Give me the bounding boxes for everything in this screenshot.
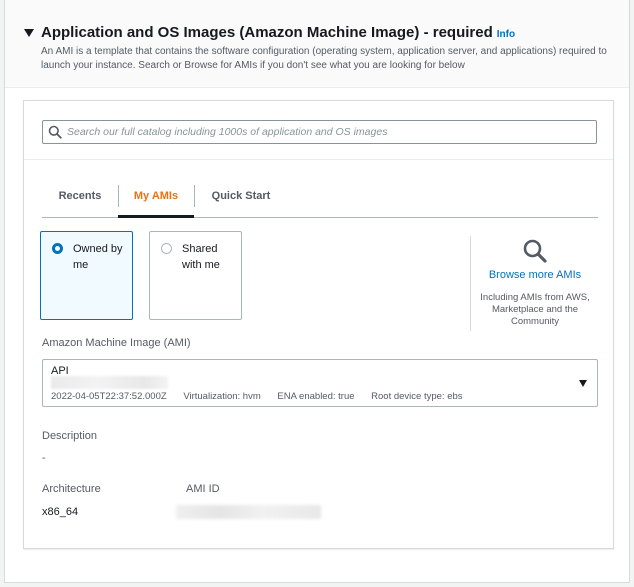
ami-search-field[interactable]	[42, 120, 597, 144]
info-link[interactable]: Info	[497, 29, 515, 40]
ami-id-redacted	[176, 505, 321, 519]
description-label: Description	[42, 430, 98, 442]
magnifier-icon	[523, 239, 547, 263]
active-tab-indicator	[118, 215, 194, 218]
ami-section-panel: Application and OS Images (Amazon Machin…	[4, 0, 630, 583]
dropdown-caret-icon	[579, 380, 587, 387]
ami-select-dropdown[interactable]: API 2022-04-05T22:37:52.000Z Virtualizat…	[42, 359, 598, 407]
section-title: Application and OS Images (Amazon Machin…	[41, 24, 515, 41]
ami-created-date: 2022-04-05T22:37:52.000Z	[51, 391, 167, 402]
description-value: -	[42, 452, 46, 464]
section-title-text: Application and OS Images (Amazon Machin…	[41, 24, 493, 41]
ami-field-label: Amazon Machine Image (AMI)	[42, 337, 191, 349]
collapse-caret-icon[interactable]	[24, 29, 34, 37]
ami-ena: ENA enabled: true	[277, 391, 355, 402]
shared-with-me-label: Shared with me	[182, 243, 220, 271]
section-description: An AMI is a template that contains the s…	[41, 46, 607, 71]
ami-metadata: 2022-04-05T22:37:52.000Z Virtualization:…	[51, 391, 477, 402]
browse-more-amis-link[interactable]: Browse more AMIs	[480, 269, 590, 281]
architecture-label: Architecture	[42, 483, 101, 495]
architecture-value: x86_64	[42, 506, 79, 518]
ami-tabs: Recents My AMIs Quick Start	[42, 175, 598, 218]
ami-search-input[interactable]	[67, 123, 587, 141]
section-header: Application and OS Images (Amazon Machin…	[5, 0, 629, 88]
ami-id-label: AMI ID	[186, 483, 220, 495]
ami-name-redacted	[51, 376, 168, 389]
owned-by-me-radio[interactable]	[52, 243, 63, 254]
ami-container: Recents My AMIs Quick Start Owned by me …	[23, 100, 614, 549]
search-icon	[48, 125, 62, 139]
tab-recents[interactable]: Recents	[42, 175, 118, 217]
owned-by-me-option[interactable]: Owned by me	[40, 231, 133, 320]
tab-my-amis[interactable]: My AMIs	[118, 175, 194, 217]
shared-with-me-radio[interactable]	[161, 243, 172, 254]
shared-with-me-option[interactable]: Shared with me	[149, 231, 242, 320]
ami-virtualization: Virtualization: hvm	[183, 391, 261, 402]
vertical-divider	[470, 236, 471, 331]
browse-subtext: Including AMIs from AWS, Marketplace and…	[480, 292, 590, 327]
owned-by-me-label: Owned by me	[73, 243, 123, 271]
ami-root-device: Root device type: ebs	[371, 391, 463, 402]
search-section	[24, 101, 613, 160]
tab-quick-start[interactable]: Quick Start	[194, 175, 288, 217]
